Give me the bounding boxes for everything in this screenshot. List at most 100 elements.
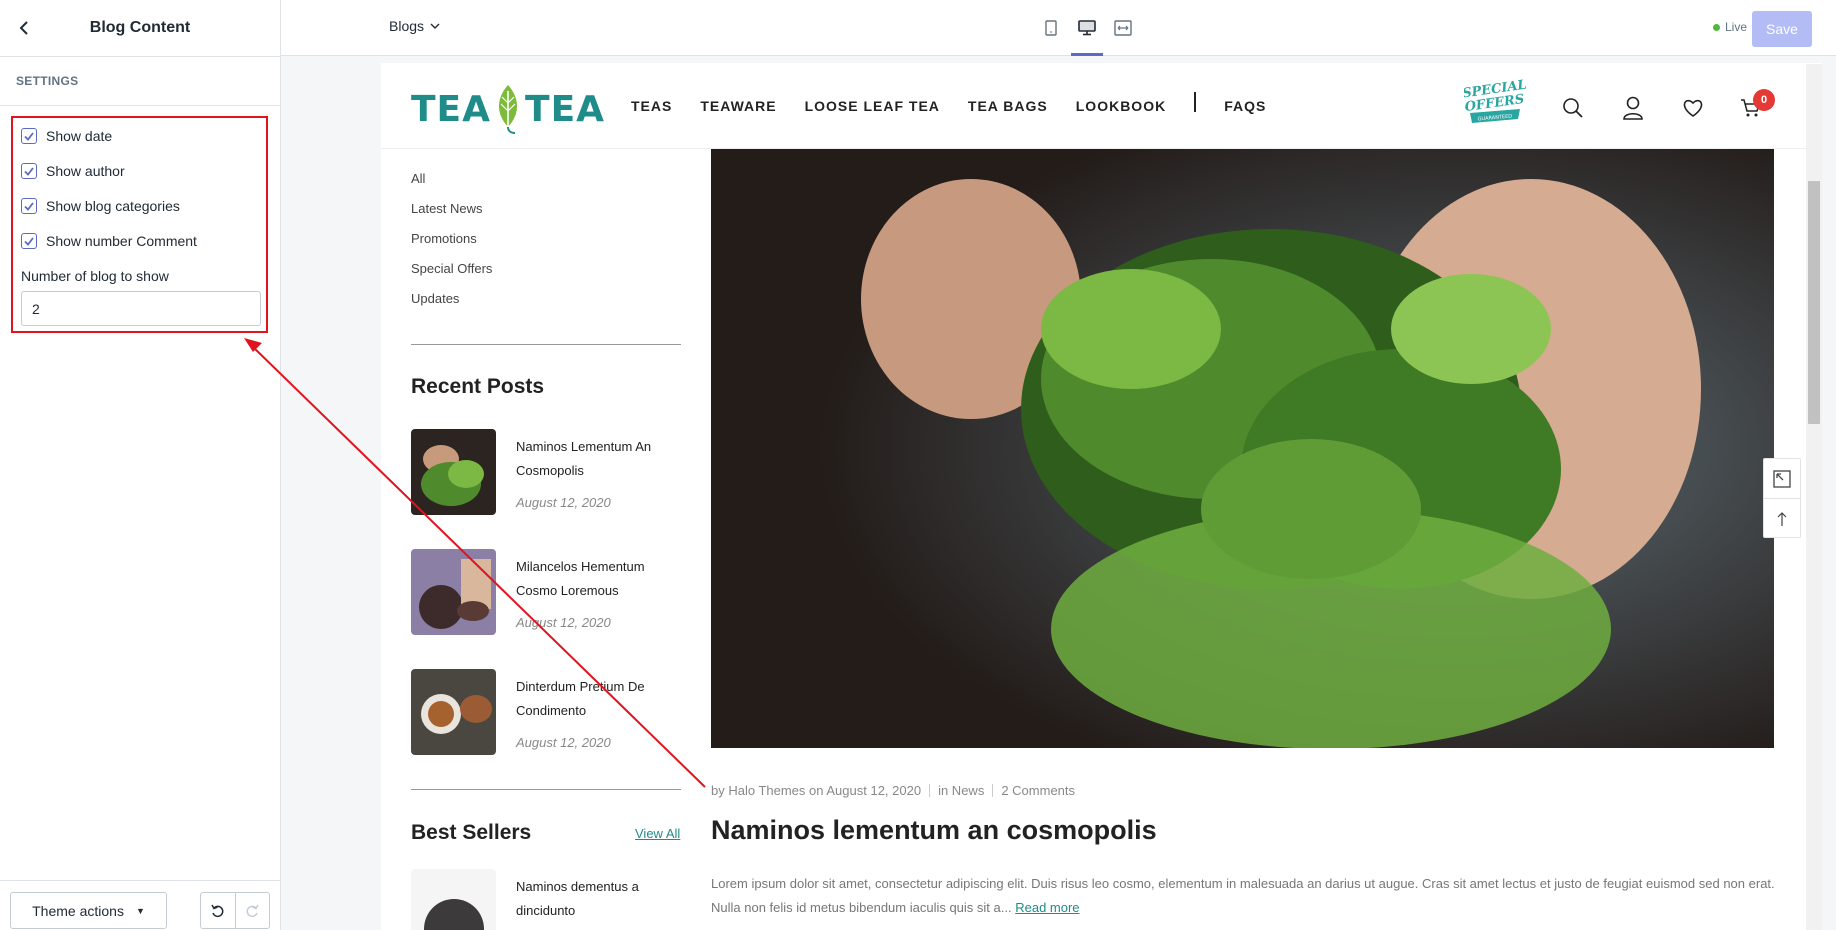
nav-divider bbox=[1194, 92, 1197, 112]
page-select-dropdown[interactable]: Blogs bbox=[389, 18, 440, 34]
category-link-special-offers[interactable]: Special Offers bbox=[411, 261, 492, 276]
caret-down-icon: ▼ bbox=[135, 905, 145, 916]
meta-divider bbox=[992, 784, 994, 797]
logo-text-left: TEA bbox=[411, 88, 492, 130]
recent-post-title[interactable]: Naminos Lementum An Cosmopolis bbox=[516, 435, 681, 483]
account-icon[interactable] bbox=[1621, 96, 1645, 120]
show-number-comment-label: Show number Comment bbox=[46, 233, 197, 249]
wishlist-heart-icon[interactable] bbox=[1681, 96, 1705, 120]
meta-divider bbox=[929, 784, 931, 797]
recent-post-date: August 12, 2020 bbox=[516, 735, 611, 750]
nav-item-tea-bags[interactable]: TEA BAGS bbox=[968, 98, 1048, 114]
sidebar-title: Blog Content bbox=[89, 19, 191, 36]
post-meta: by Halo Themes on August 12, 2020 in New… bbox=[711, 783, 1075, 798]
fullscreen-view-icon[interactable] bbox=[1108, 10, 1138, 46]
theme-actions-button[interactable]: Theme actions ▼ bbox=[10, 892, 167, 929]
post-category[interactable]: in News bbox=[938, 783, 984, 798]
post-comments[interactable]: 2 Comments bbox=[1001, 783, 1075, 798]
scrollbar-thumb[interactable] bbox=[1808, 181, 1820, 424]
best-sellers-heading: Best Sellers bbox=[411, 821, 532, 844]
category-link-promotions[interactable]: Promotions bbox=[411, 231, 477, 246]
nav-item-loose-leaf-tea[interactable]: LOOSE LEAF TEA bbox=[805, 98, 940, 114]
nav-item-lookbook[interactable]: LOOKBOOK bbox=[1076, 98, 1166, 114]
logo-text-right: TEA bbox=[525, 88, 606, 130]
nav-item-faqs[interactable]: FAQS bbox=[1224, 98, 1266, 114]
recent-post-item[interactable]: Dinterdum Pretium De Condimento August 1… bbox=[411, 669, 681, 755]
recent-post-item[interactable]: Naminos Lementum An Cosmopolis August 12… bbox=[411, 429, 681, 515]
sidebar-header: Blog Content bbox=[0, 0, 280, 57]
chevron-down-icon bbox=[430, 23, 440, 29]
leaf-icon bbox=[499, 85, 518, 134]
category-link-latest-news[interactable]: Latest News bbox=[411, 201, 483, 216]
nav-item-teaware[interactable]: TEAWARE bbox=[700, 98, 776, 114]
editor-topbar: Blogs Live Save bbox=[281, 0, 1836, 56]
save-button[interactable]: Save bbox=[1752, 11, 1812, 47]
recent-post-title[interactable]: Milancelos Hementum Cosmo Loremous bbox=[516, 555, 681, 603]
preview-scrollbar[interactable] bbox=[1806, 64, 1822, 930]
post-thumbnail[interactable] bbox=[411, 429, 496, 515]
blog-hero-image[interactable] bbox=[711, 149, 1774, 748]
cart-count-badge: 0 bbox=[1753, 89, 1775, 111]
post-thumbnail[interactable] bbox=[411, 669, 496, 755]
post-excerpt: Lorem ipsum dolor sit amet, consectetur … bbox=[711, 872, 1781, 920]
checkbox-checked-icon[interactable] bbox=[21, 128, 37, 144]
back-arrow-icon[interactable] bbox=[14, 18, 34, 38]
page-select-value: Blogs bbox=[389, 18, 425, 34]
recent-post-title[interactable]: Dinterdum Pretium De Condimento bbox=[516, 675, 681, 723]
settings-sidebar: Blog Content SETTINGS Show date Show aut… bbox=[0, 0, 281, 930]
category-link-updates[interactable]: Updates bbox=[411, 291, 459, 306]
show-date-checkbox-row[interactable]: Show date bbox=[21, 126, 112, 146]
view-mode-switcher bbox=[1036, 10, 1138, 56]
best-seller-title[interactable]: Naminos dementus a dincidunto bbox=[516, 875, 681, 923]
number-of-blog-input[interactable] bbox=[21, 291, 261, 326]
desktop-view-icon[interactable] bbox=[1071, 10, 1103, 56]
show-author-checkbox-row[interactable]: Show author bbox=[21, 161, 125, 181]
sidebar-footer: Theme actions ▼ bbox=[0, 880, 280, 930]
checkbox-checked-icon[interactable] bbox=[21, 198, 37, 214]
store-logo[interactable]: TEA TEA bbox=[411, 81, 605, 137]
live-dot-icon bbox=[1713, 23, 1720, 31]
view-all-link[interactable]: View All bbox=[635, 826, 680, 841]
sidebar-divider bbox=[411, 344, 681, 345]
store-preview: TEA TEA TEAS TEAWARE LOOSE LEAF TEA TEA … bbox=[381, 63, 1822, 930]
recent-post-date: August 12, 2020 bbox=[516, 495, 611, 510]
show-blog-categories-label: Show blog categories bbox=[46, 198, 180, 214]
nav-item-teas[interactable]: TEAS bbox=[631, 98, 672, 114]
show-blog-categories-checkbox-row[interactable]: Show blog categories bbox=[21, 196, 180, 216]
checkbox-checked-icon[interactable] bbox=[21, 233, 37, 249]
show-author-label: Show author bbox=[46, 163, 125, 179]
sidebar-divider bbox=[411, 789, 681, 790]
floating-tools bbox=[1763, 458, 1801, 538]
search-icon[interactable] bbox=[1561, 96, 1585, 120]
post-title[interactable]: Naminos lementum an cosmopolis bbox=[711, 815, 1157, 846]
best-seller-item[interactable]: Naminos dementus a dincidunto bbox=[411, 869, 681, 930]
undo-icon[interactable] bbox=[201, 893, 236, 928]
store-header: TEA TEA TEAS TEAWARE LOOSE LEAF TEA TEA … bbox=[381, 63, 1822, 149]
show-number-comment-checkbox-row[interactable]: Show number Comment bbox=[21, 231, 197, 251]
settings-section-label: SETTINGS bbox=[0, 57, 280, 106]
read-more-link[interactable]: Read more bbox=[1015, 900, 1079, 915]
live-label: Live bbox=[1725, 20, 1748, 34]
show-date-label: Show date bbox=[46, 128, 113, 144]
special-offers-badge[interactable]: SPECIAL OFFERS GUARANTEED bbox=[1461, 78, 1528, 127]
highlighted-settings-group: Show date Show author Show blog categori… bbox=[11, 116, 268, 333]
recent-post-item[interactable]: Milancelos Hementum Cosmo Loremous Augus… bbox=[411, 549, 681, 635]
expand-corner-icon[interactable] bbox=[1764, 459, 1800, 499]
checkbox-checked-icon[interactable] bbox=[21, 163, 37, 179]
mobile-view-icon[interactable] bbox=[1036, 10, 1066, 46]
post-author-date: by Halo Themes on August 12, 2020 bbox=[711, 783, 922, 798]
scroll-top-arrow-icon[interactable] bbox=[1764, 499, 1800, 539]
undo-redo-group bbox=[200, 892, 270, 929]
live-status: Live bbox=[1713, 20, 1747, 34]
product-thumbnail[interactable] bbox=[411, 869, 496, 930]
recent-posts-heading: Recent Posts bbox=[411, 375, 545, 398]
theme-actions-label: Theme actions bbox=[32, 902, 124, 919]
main-nav: TEAS TEAWARE LOOSE LEAF TEA TEA BAGS LOO… bbox=[631, 92, 1266, 114]
redo-icon[interactable] bbox=[236, 893, 270, 928]
number-of-blog-label: Number of blog to show bbox=[21, 268, 169, 284]
post-excerpt-text: Lorem ipsum dolor sit amet, consectetur … bbox=[711, 876, 1775, 915]
post-thumbnail[interactable] bbox=[411, 549, 496, 635]
cart-icon[interactable]: 0 bbox=[1739, 89, 1775, 120]
category-link-all[interactable]: All bbox=[411, 171, 425, 186]
recent-post-date: August 12, 2020 bbox=[516, 615, 611, 630]
